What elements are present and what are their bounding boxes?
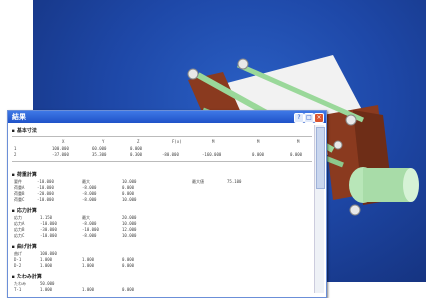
table-cell: 0.000 <box>252 152 265 157</box>
section-basic: 基本寸法 <box>12 127 37 134</box>
section-stress: 応力計算 <box>12 207 37 214</box>
nut-front-2 <box>349 204 361 216</box>
section-load: 荷重計算 <box>12 171 37 178</box>
help-button[interactable]: ? <box>294 113 304 123</box>
section-deflection: たわみ計算 <box>12 273 42 280</box>
table-cell: -8.000 <box>82 191 97 196</box>
close-button[interactable]: × <box>314 113 324 123</box>
table-cell: 0.000 <box>122 263 135 268</box>
table-cell: -10.000 <box>37 197 54 202</box>
table-cell: 1 <box>14 146 17 151</box>
table-cell: -10.000 <box>40 233 57 238</box>
piston-rod-face <box>403 168 419 202</box>
maximize-button[interactable]: □ <box>304 113 314 123</box>
table-cell: T-1 <box>14 287 22 292</box>
table-cell: -8.000 <box>82 233 97 238</box>
vertical-scrollbar[interactable] <box>314 125 325 293</box>
table-cell: 0.000 <box>290 152 303 157</box>
window-title: 結果 <box>12 113 26 121</box>
table-cell: 0.000 <box>122 287 135 292</box>
nut-top-1 <box>237 58 249 70</box>
table-cell: 100.000 <box>52 146 69 151</box>
table-cell: -30.000 <box>40 227 57 232</box>
section-bending: 曲げ計算 <box>12 243 37 250</box>
table-cell: 0.000 <box>122 257 135 262</box>
table-cell: 0.000 <box>122 185 135 190</box>
divider <box>12 161 312 162</box>
table-cell: 10.000 <box>122 197 137 202</box>
table-cell: -80.000 <box>162 152 179 157</box>
result-content: 基本寸法 X Y Z F(x) M M M 1 100.000 60.000 0.000 2 -37.0… <box>12 125 312 293</box>
section-title: 基本寸法 <box>12 127 37 134</box>
table-cell: M <box>257 139 260 144</box>
section-title: たわみ計算 <box>12 273 42 280</box>
table-cell: 1.150 <box>40 215 53 220</box>
table-cell: -8.000 <box>82 185 97 190</box>
table-cell: 50.000 <box>40 281 55 286</box>
result-window[interactable]: 結果 ? □ × 基本寸法 X Y Z F(x) M M M 1 100.000 60.000 0.… <box>7 110 327 298</box>
table-cell: -8.000 <box>82 197 97 202</box>
table-cell: 0.000 <box>122 191 135 196</box>
table-cell: M <box>297 139 300 144</box>
table-cell: 20.000 <box>122 215 137 220</box>
table-cell: X <box>62 139 65 144</box>
table-cell: 最大値 <box>192 179 204 184</box>
table-cell: D-1 <box>14 257 22 262</box>
table-cell: 10.000 <box>122 179 137 184</box>
section-title: 応力計算 <box>12 207 37 214</box>
table-cell: 荷重C <box>14 197 25 202</box>
divider <box>12 136 312 137</box>
table-cell: M <box>212 139 215 144</box>
table-cell: 35.300 <box>92 152 107 157</box>
nut-front-1 <box>345 114 357 126</box>
table-cell: 0.000 <box>130 146 143 151</box>
table-cell: 12.000 <box>122 227 137 232</box>
section-title: 曲げ計算 <box>12 243 37 250</box>
table-cell: -160.000 <box>202 152 222 157</box>
table-cell: 1.000 <box>40 257 53 262</box>
table-cell: F(x) <box>172 139 182 144</box>
table-cell: -8.000 <box>82 221 97 226</box>
nut-top-2 <box>187 68 199 80</box>
table-cell: 1.000 <box>82 287 95 292</box>
table-cell: 2 <box>14 152 17 157</box>
table-cell: -20.000 <box>37 191 54 196</box>
table-cell: 75.100 <box>227 179 242 184</box>
table-cell: 10.000 <box>122 233 137 238</box>
scrollbar-thumb[interactable] <box>316 127 325 189</box>
table-cell: Z <box>137 139 140 144</box>
table-cell: -10.000 <box>82 227 99 232</box>
table-cell: 応力C <box>14 233 25 238</box>
nut-front-3 <box>333 140 343 150</box>
table-cell: -10.000 <box>37 179 54 184</box>
table-cell: 1.000 <box>40 287 53 292</box>
table-cell: 1.000 <box>82 263 95 268</box>
table-cell: D-2 <box>14 263 22 268</box>
table-cell: 10.000 <box>122 221 137 226</box>
table-cell: 100.000 <box>40 251 57 256</box>
table-cell: 1.000 <box>40 263 53 268</box>
table-cell: -10.000 <box>37 185 54 190</box>
table-cell: 1.000 <box>82 257 95 262</box>
title-bar[interactable]: 結果 ? □ × <box>8 111 326 123</box>
table-cell: 0.300 <box>130 152 143 157</box>
table-cell: 60.000 <box>92 146 107 151</box>
table-cell: Y <box>102 139 105 144</box>
table-cell: -10.000 <box>40 221 57 226</box>
table-cell: -37.000 <box>52 152 69 157</box>
section-title: 荷重計算 <box>12 171 37 178</box>
